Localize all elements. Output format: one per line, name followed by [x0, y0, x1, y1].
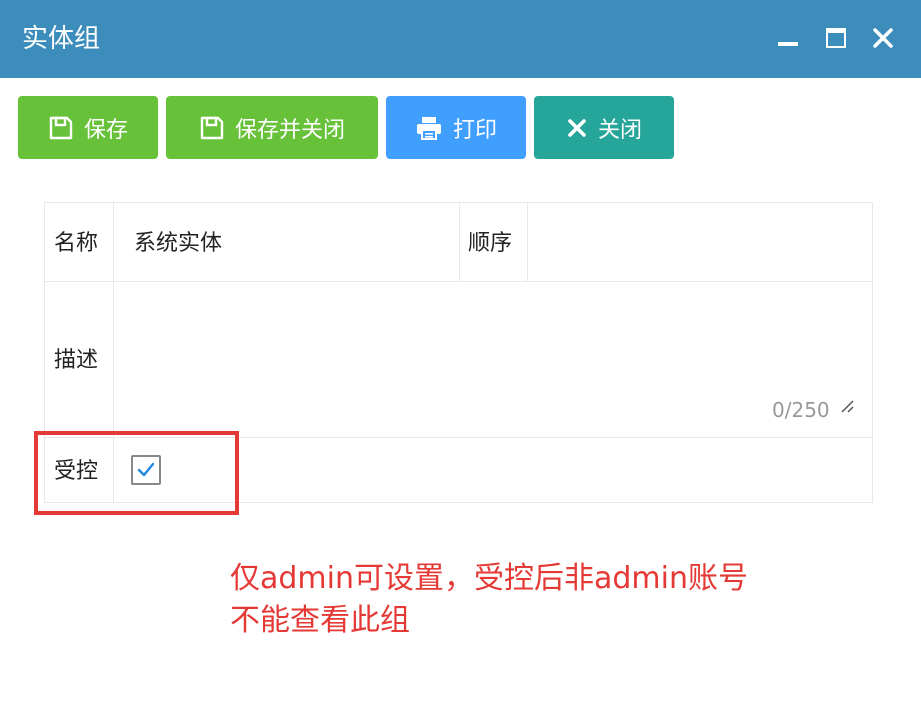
save-and-close-button[interactable]: 保存并关闭: [166, 96, 378, 159]
close-icon: [873, 28, 893, 48]
save-and-close-button-label: 保存并关闭: [234, 117, 345, 143]
minimize-button[interactable]: [772, 22, 804, 54]
order-input[interactable]: [545, 213, 865, 273]
save-icon: [48, 115, 74, 141]
order-label: 顺序: [468, 231, 513, 256]
maximize-button[interactable]: [820, 22, 852, 54]
maximize-icon: [826, 28, 846, 48]
minimize-icon: [778, 42, 798, 46]
annotation-line-1: 仅admin可设置，受控后非admin账号: [230, 561, 748, 596]
name-input[interactable]: 系统实体: [134, 229, 444, 259]
description-textarea[interactable]: [125, 289, 865, 429]
annotation-line-2: 不能查看此组: [230, 603, 410, 638]
close-button-label: 关闭: [597, 117, 642, 143]
window-title: 实体组: [22, 24, 101, 54]
close-window-button[interactable]: [867, 22, 899, 54]
save-button-label: 保存: [83, 117, 128, 143]
name-label: 名称: [54, 231, 99, 256]
row-divider: [45, 281, 872, 282]
description-label: 描述: [54, 348, 99, 373]
resize-handle-icon[interactable]: [840, 399, 856, 415]
annotation-note: 仅admin可设置，受控后非admin账号 不能查看此组: [230, 558, 830, 642]
save-icon: [199, 115, 225, 141]
print-icon: [415, 115, 443, 141]
print-button-label: 打印: [452, 117, 497, 143]
window-titlebar: 实体组: [0, 0, 921, 78]
highlight-box: [34, 431, 239, 515]
column-divider: [527, 203, 528, 281]
description-char-counter: 0/250: [772, 398, 830, 422]
close-icon: [566, 117, 588, 139]
column-divider: [459, 203, 460, 281]
print-button[interactable]: 打印: [386, 96, 526, 159]
save-button[interactable]: 保存: [18, 96, 158, 159]
close-button[interactable]: 关闭: [534, 96, 674, 159]
